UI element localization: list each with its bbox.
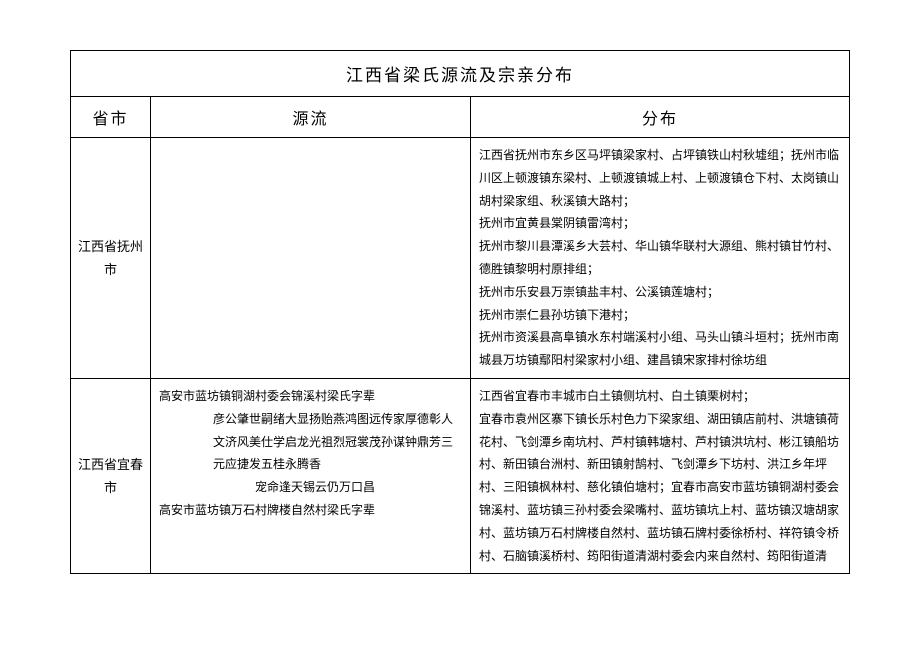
distribution-line: 抚州市黎川县潭溪乡大芸村、华山镇华联村大源组、熊村镇甘竹村、德胜镇黎明村原排组； [479, 235, 841, 281]
distribution-line: 宜春市袁州区寨下镇长乐村色力下梁家组、湖田镇店前村、洪塘镇荷花村、飞剑潭乡南坑村… [479, 408, 841, 568]
source-line: 彦公肇世嗣绪大显扬贻燕鸿图远传家厚德彰人文济风美仕学启龙光祖烈冠裳茂孙谋钟鼎芳三… [159, 408, 462, 476]
source-line: 高安市蓝坊镇万石村牌楼自然村梁氏字辈 [159, 499, 462, 522]
header-source: 源流 [151, 97, 471, 138]
genealogy-table: 江西省梁氏源流及宗亲分布 省市 源流 分布 江西省抚州市 江西省抚州市东乡区马坪… [70, 50, 850, 574]
source-cell: 高安市蓝坊镇铜湖村委会锦溪村梁氏字辈 彦公肇世嗣绪大显扬贻燕鸿图远传家厚德彰人文… [151, 378, 471, 573]
distribution-cell: 江西省宜春市丰城市白土镇侧坑村、白土镇栗树村；宜春市袁州区寨下镇长乐村色力下梁家… [471, 378, 850, 573]
source-line: 宠命逢天锡云仍万口昌 [159, 476, 462, 499]
source-line: 高安市蓝坊镇铜湖村委会锦溪村梁氏字辈 [159, 385, 462, 408]
distribution-line: 抚州市崇仁县孙坊镇下港村； [479, 304, 841, 327]
table-row: 江西省抚州市 江西省抚州市东乡区马坪镇梁家村、占坪镇铁山村秋墟组；抚州市临川区上… [71, 138, 850, 379]
header-row: 省市 源流 分布 [71, 97, 850, 138]
distribution-line: 抚州市资溪县高阜镇水东村端溪村小组、马头山镇斗垣村；抚州市南城县万坊镇鄢阳村梁家… [479, 326, 841, 372]
table-title: 江西省梁氏源流及宗亲分布 [71, 51, 850, 97]
distribution-line: 抚州市宜黄县棠阴镇雷湾村； [479, 212, 841, 235]
distribution-line: 江西省宜春市丰城市白土镇侧坑村、白土镇栗树村； [479, 385, 841, 408]
province-cell: 江西省抚州市 [71, 138, 151, 379]
title-row: 江西省梁氏源流及宗亲分布 [71, 51, 850, 97]
distribution-line: 抚州市乐安县万崇镇盐丰村、公溪镇莲塘村； [479, 281, 841, 304]
header-province: 省市 [71, 97, 151, 138]
source-cell [151, 138, 471, 379]
distribution-line: 江西省抚州市东乡区马坪镇梁家村、占坪镇铁山村秋墟组；抚州市临川区上顿渡镇东梁村、… [479, 144, 841, 212]
table-row: 江西省宜春市 高安市蓝坊镇铜湖村委会锦溪村梁氏字辈 彦公肇世嗣绪大显扬贻燕鸿图远… [71, 378, 850, 573]
distribution-cell: 江西省抚州市东乡区马坪镇梁家村、占坪镇铁山村秋墟组；抚州市临川区上顿渡镇东梁村、… [471, 138, 850, 379]
province-cell: 江西省宜春市 [71, 378, 151, 573]
header-distribution: 分布 [471, 97, 850, 138]
